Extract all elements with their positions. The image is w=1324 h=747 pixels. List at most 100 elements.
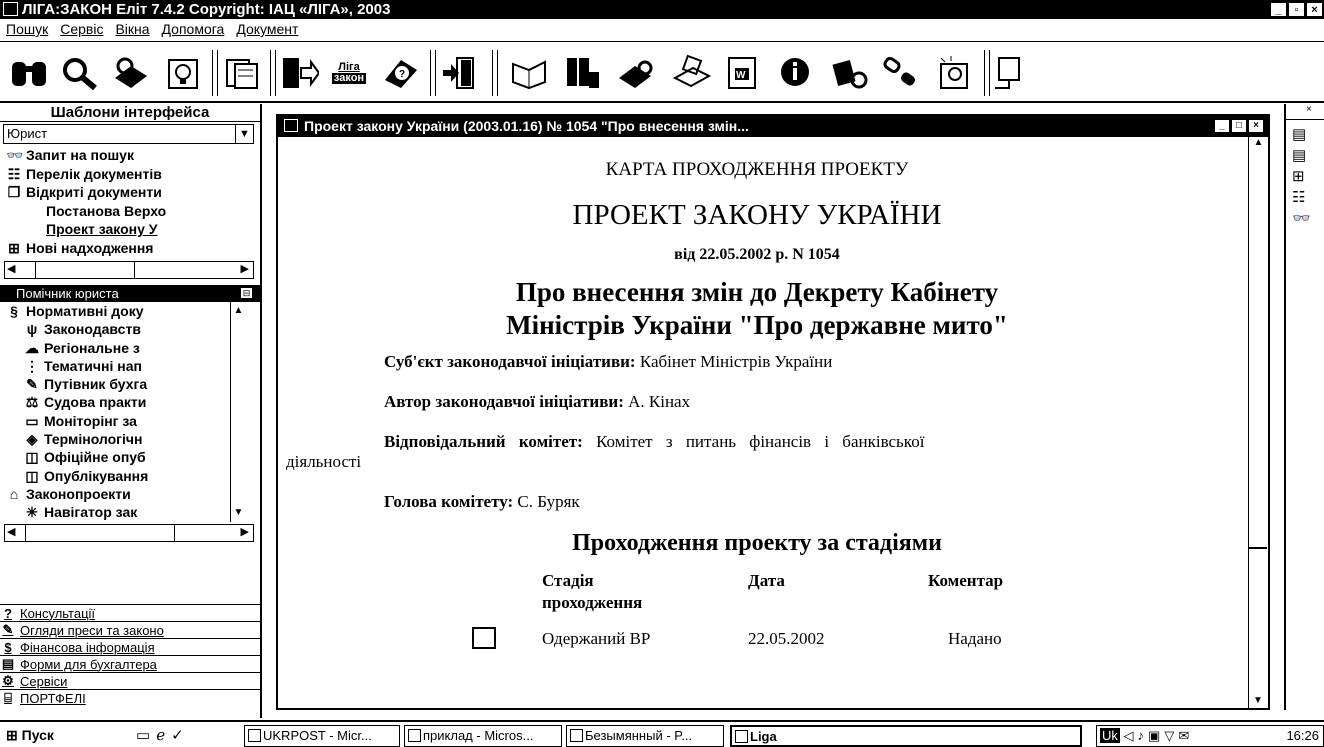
task-paint[interactable]: Безымянный - P... (566, 725, 724, 747)
hint-button[interactable] (160, 52, 206, 94)
tree-item-open-documents[interactable]: ❐ Відкриті документи (6, 183, 255, 202)
right-panel-close-icon[interactable]: × (1286, 104, 1324, 120)
date-line: від 22.05.2002 р. N 1054 (674, 246, 840, 263)
tree-item-resolution[interactable]: Постанова Верхо (6, 202, 255, 221)
task-word[interactable]: приклад - Micros... (404, 725, 562, 747)
doc-maximize-button[interactable]: □ (1231, 119, 1247, 133)
link-services[interactable]: ⚙ Сервіси (0, 672, 260, 689)
chevron-down-icon[interactable]: ▼ (235, 125, 253, 143)
binoculars-search-button[interactable] (6, 52, 52, 94)
scroll-left-icon[interactable]: ◀ (7, 525, 15, 538)
assistant-header[interactable]: Помічник юриста ⊟ (0, 285, 260, 302)
tree-item-publication[interactable]: ◫ Опублікування (6, 467, 250, 485)
tree-item-court-practice[interactable]: ⚖ Судова практи (6, 393, 250, 411)
help-book-button[interactable]: ? (378, 52, 424, 94)
task-ukrpost[interactable]: UKRPOST - Micr... (244, 725, 400, 747)
open-book-button[interactable] (276, 52, 322, 94)
info-button[interactable] (772, 52, 818, 94)
tree-item-new-arrivals[interactable]: ⊞ Нові надходження (6, 239, 255, 258)
tree-item-regional[interactable]: ☁ Регіональне з (6, 339, 250, 357)
assistant-vertical-scrollbar[interactable]: ▲ ▼ (230, 302, 246, 522)
menu-help[interactable]: Допомога (162, 21, 225, 37)
template-select[interactable]: Юрист ▼ (3, 124, 254, 144)
magnifier-button[interactable] (56, 52, 102, 94)
scroll-up-icon[interactable]: ▲ (231, 302, 246, 320)
scroll-thumb[interactable] (1249, 547, 1267, 549)
minimize-button[interactable]: _ (1270, 2, 1287, 17)
tree-item-navigator[interactable]: ✳ Навігатор зак (6, 503, 250, 521)
scroll-thumb[interactable] (35, 262, 135, 278)
task-liga[interactable]: Liga (730, 725, 1082, 747)
documents-icon[interactable]: ▤ (1292, 124, 1318, 145)
browser-icon[interactable]: ℯ (156, 727, 171, 744)
tree-item-terminology[interactable]: ◈ Термінологічн (6, 430, 250, 448)
list-icon[interactable]: ☷ (1292, 187, 1318, 208)
inbox-icon[interactable]: ⊞ (1292, 166, 1318, 187)
link-consultations[interactable]: ? Консультації (0, 604, 260, 621)
extra-tool-button[interactable] (990, 52, 1036, 94)
assistant-horizontal-scrollbar[interactable]: ◀ ▶ (4, 523, 254, 542)
scroll-right-icon[interactable]: ▶ (241, 525, 249, 538)
tree-item-document-list[interactable]: ☷ Перелік документів (6, 165, 255, 184)
print-button[interactable] (668, 52, 714, 94)
link-accountant-forms[interactable]: ▤ Форми для бухгалтера (0, 655, 260, 672)
tools-button[interactable] (826, 52, 872, 94)
tree-item-draft-law[interactable]: Проект закону У (6, 220, 255, 239)
binoculars-icon[interactable]: 👓 (1292, 208, 1318, 229)
collapse-icon[interactable]: ⊟ (241, 288, 252, 298)
tree-item-monitoring[interactable]: ▭ Моніторінг за (6, 412, 250, 430)
tree-item-thematic[interactable]: ⋮ Тематичні нап (6, 357, 250, 375)
reading-button[interactable] (506, 52, 552, 94)
scroll-left-icon[interactable]: ◀ (7, 262, 15, 275)
liga-zakon-button[interactable]: Ліга закон (326, 52, 372, 94)
scroll-down-icon[interactable]: ▼ (1249, 695, 1267, 706)
book-search-button[interactable] (108, 52, 154, 94)
restore-button[interactable]: ▫ (1288, 2, 1305, 17)
row-stage: Одержаний ВР (542, 629, 651, 648)
menu-document[interactable]: Документ (236, 21, 298, 37)
channels-icon[interactable]: ✓ (171, 727, 190, 744)
language-indicator[interactable]: Uk (1100, 728, 1120, 743)
documents-icon[interactable]: ▤ (1292, 145, 1318, 166)
tree-item-draft-laws[interactable]: ⌂ Законопроекти (6, 485, 250, 503)
scroll-thumb[interactable] (25, 524, 175, 541)
assistant-tree: § Нормативні доку ψ Законодавств ☁ Регіонал… (0, 302, 250, 522)
tree-item-label: Відкриті документи (26, 184, 162, 200)
documents-button[interactable] (220, 52, 266, 94)
link-portfolios[interactable]: ⌸ ПОРТФЕЛІ (0, 689, 260, 706)
scroll-up-icon[interactable]: ▲ (1249, 137, 1268, 148)
menu-search[interactable]: Пошук (6, 21, 48, 37)
search-book-button[interactable] (614, 52, 660, 94)
link-button[interactable] (878, 52, 924, 94)
scroll-right-icon[interactable]: ▶ (241, 262, 249, 275)
document-stage-icon[interactable] (472, 627, 496, 649)
word-export-button[interactable]: W (720, 52, 766, 94)
tree-item-legislation[interactable]: ψ Законодавств (6, 320, 250, 338)
monitor-icon[interactable]: ▣ (1148, 728, 1164, 743)
close-button[interactable]: × (1306, 2, 1323, 17)
desktop-icon[interactable]: ▭ (136, 727, 156, 744)
link-press-reviews[interactable]: ✎ Огляди преси та законо (0, 621, 260, 638)
doc-minimize-button[interactable]: _ (1214, 119, 1230, 133)
link-label: Фінансова інформація (20, 639, 155, 655)
doc-close-button[interactable]: × (1248, 119, 1264, 133)
volume-icon[interactable]: ◁ (1124, 728, 1138, 743)
scroll-down-icon[interactable]: ▼ (231, 504, 246, 522)
exit-button[interactable] (436, 52, 482, 94)
network-icon[interactable]: ♪ (1138, 728, 1149, 743)
start-button[interactable]: ⊞ Пуск (6, 725, 54, 745)
link-financial-info[interactable]: $ Фінансова інформація (0, 638, 260, 655)
tree-item-official-publication[interactable]: ◫ Офіційне опуб (6, 448, 250, 466)
col-comment: Коментар (928, 571, 1004, 590)
scheduler-icon[interactable]: ▽ (1164, 728, 1178, 743)
horizontal-scrollbar[interactable]: ◀ ▶ (4, 261, 254, 279)
tree-item-normative-docs[interactable]: § Нормативні доку (6, 302, 250, 320)
tree-item-accountant-guide[interactable]: ✎ Путівник бухга (6, 375, 250, 393)
mail-icon[interactable]: ✉ (1178, 728, 1193, 743)
menu-service[interactable]: Сервіс (60, 21, 103, 37)
menu-windows[interactable]: Вікна (115, 21, 149, 37)
tree-item-search-request[interactable]: 👓 Запит на пошук (6, 146, 255, 165)
document-vertical-scrollbar[interactable]: ▲ ▼ (1248, 137, 1268, 708)
save-book-button[interactable] (560, 52, 606, 94)
tip-button[interactable] (930, 52, 976, 94)
